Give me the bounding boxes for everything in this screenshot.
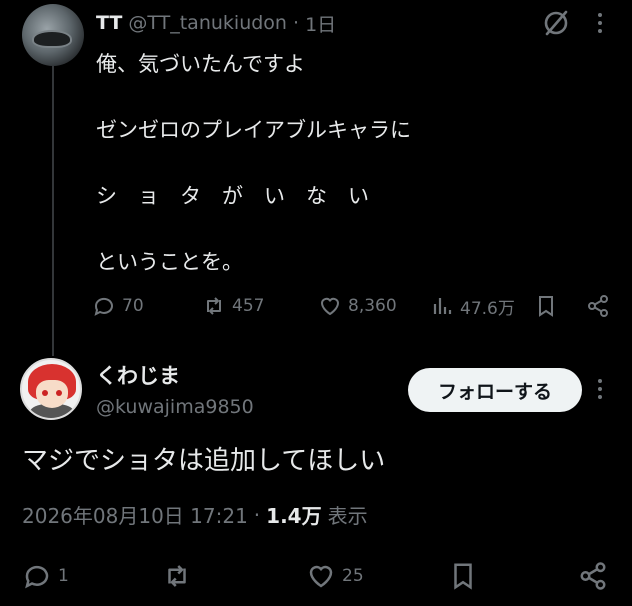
reply-count: 1	[58, 566, 69, 586]
separator-dot: ·	[253, 502, 261, 527]
like-count: 25	[342, 566, 364, 586]
grok-icon[interactable]	[541, 8, 571, 38]
repost-count: 457	[232, 296, 265, 316]
repost-icon	[168, 565, 186, 587]
reply-display-name[interactable]: くわじま	[96, 360, 180, 390]
reply-meta: 2026年08月10日 17:21 · 1.4万 表示	[22, 500, 368, 529]
handle[interactable]: @TT_tanukiudon	[128, 12, 287, 34]
reply-text: マジでショタは追加してほしい	[22, 446, 386, 476]
avatar-tt[interactable]	[22, 4, 84, 66]
views-button[interactable]: 47.6万	[430, 290, 515, 322]
display-name[interactable]: TT	[96, 12, 122, 34]
share-button[interactable]	[586, 290, 616, 322]
reply-icon	[25, 565, 49, 589]
reply-handle[interactable]: @kuwajima9850	[96, 396, 254, 418]
tweet-actions: 70 457 8,360 47.6万	[92, 290, 622, 322]
like-count: 8,360	[348, 296, 397, 316]
separator-dot: ·	[286, 12, 306, 34]
view-count: 47.6万	[460, 298, 515, 319]
tweet-line: ゼンゼロのプレイアブルキャラに	[96, 118, 411, 142]
repost-button[interactable]	[162, 560, 198, 592]
reply-count: 70	[122, 296, 144, 316]
tweet-header: TT @TT_tanukiudon · 1日	[96, 8, 336, 38]
tweet-line: ということを。	[96, 250, 243, 274]
reply-view-count: 1.4万	[266, 504, 322, 528]
views-chart-icon	[433, 298, 452, 314]
views-label: 表示	[327, 504, 368, 528]
bookmark-icon	[539, 296, 553, 317]
tweet-time[interactable]: 1日	[305, 10, 336, 37]
thread-line	[52, 66, 54, 356]
share-icon	[588, 295, 608, 317]
repost-icon	[207, 297, 221, 315]
bookmark-icon	[454, 563, 472, 590]
like-button[interactable]: 8,360	[318, 290, 397, 322]
share-icon	[580, 562, 606, 590]
reply-actions: 1 25	[0, 556, 632, 596]
bookmark-button[interactable]	[448, 560, 484, 592]
avatar-kuwajima[interactable]	[20, 358, 82, 420]
more-vertical-icon[interactable]	[592, 376, 608, 402]
heart-icon	[320, 297, 340, 316]
reply-button[interactable]: 1	[22, 560, 69, 592]
bookmark-button[interactable]	[534, 290, 564, 322]
like-button[interactable]: 25	[306, 560, 364, 592]
reply-icon	[94, 297, 113, 316]
tweet-line: 俺、気づいたんですよ	[96, 52, 305, 76]
heart-icon	[309, 565, 333, 588]
reply-button[interactable]: 70	[92, 290, 144, 322]
reply-timestamp[interactable]: 2026年08月10日 17:21	[22, 500, 248, 529]
tweet-line: シ ョ タ が い な い	[96, 184, 369, 208]
share-button[interactable]	[578, 560, 614, 592]
repost-button[interactable]: 457	[202, 290, 264, 322]
more-vertical-icon[interactable]	[592, 10, 608, 36]
follow-button[interactable]: フォローする	[408, 368, 582, 412]
